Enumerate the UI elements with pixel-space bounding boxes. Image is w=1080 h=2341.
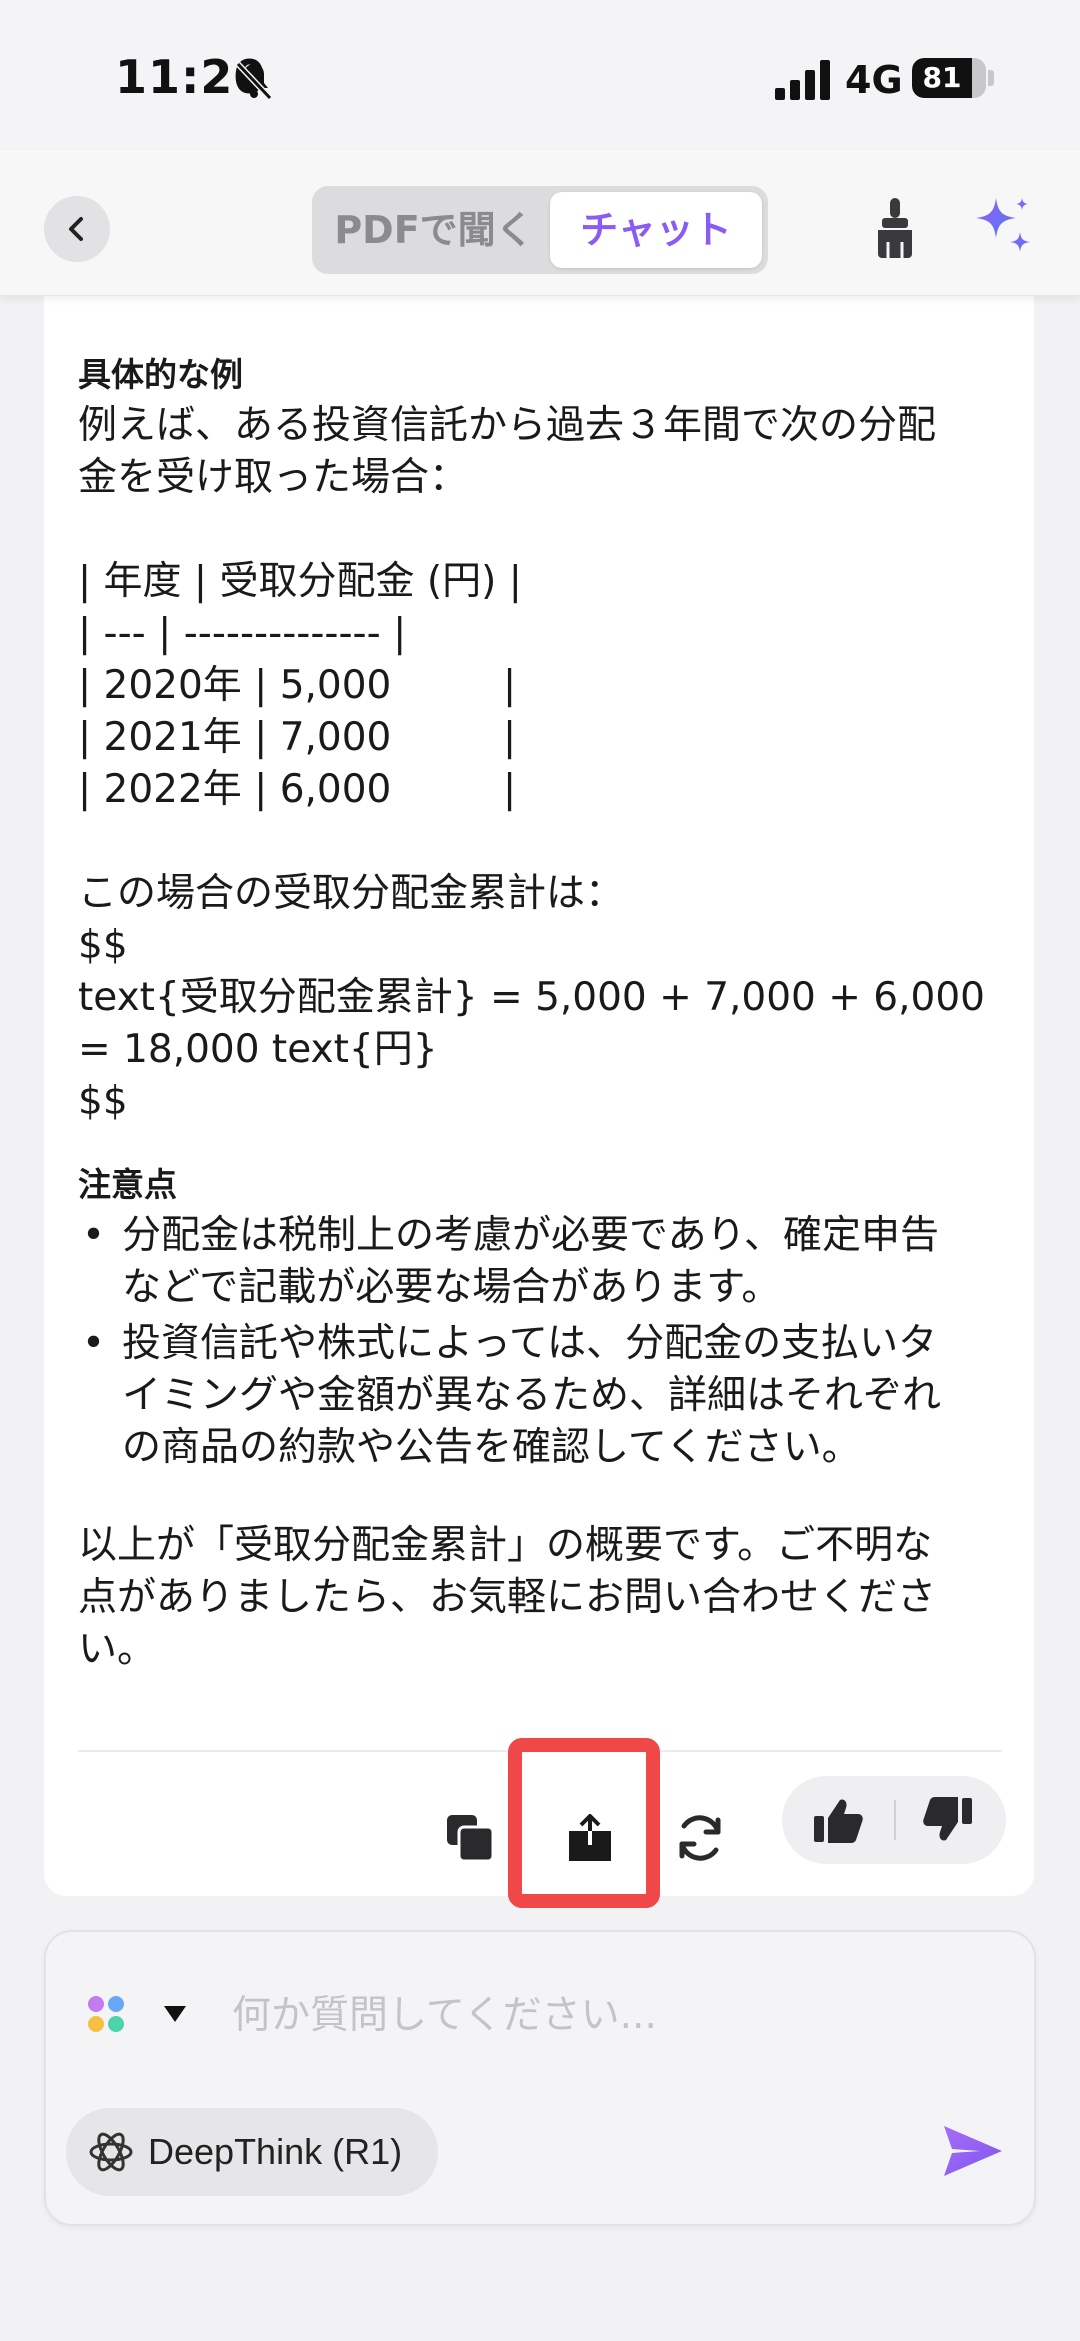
atom-icon bbox=[89, 2132, 133, 2172]
table-line: | 2022年 | 6,000 | bbox=[78, 767, 517, 812]
back-button[interactable] bbox=[44, 196, 110, 262]
mode-switch: PDFで聞く チャット bbox=[312, 186, 768, 274]
heading-notes: 注意点 bbox=[78, 1165, 177, 1204]
battery-text: 81 bbox=[922, 61, 962, 94]
copy-button[interactable] bbox=[442, 1810, 498, 1866]
thumbs-up-icon bbox=[814, 1799, 863, 1843]
question-input[interactable] bbox=[232, 1982, 992, 2048]
refresh-icon bbox=[679, 1815, 721, 1861]
status-bar: 11:20 4G 81 bbox=[0, 0, 1080, 150]
note-line: イミングや金額が異なるため、詳細はそれぞれ bbox=[122, 1373, 942, 1418]
deepthink-label: DeepThink (R1) bbox=[148, 2131, 403, 2172]
network-label: 4G bbox=[845, 58, 903, 102]
send-icon[interactable] bbox=[942, 2122, 1004, 2180]
note-line: 分配金は税制上の考慮が必要であり、確定申告 bbox=[122, 1213, 940, 1258]
table-line: | 2021年 | 7,000 | bbox=[78, 715, 517, 760]
feedback-group bbox=[782, 1776, 1006, 1864]
formula-line: $$ bbox=[78, 1079, 128, 1124]
battery-cap bbox=[988, 70, 994, 86]
brush-icon[interactable] bbox=[872, 198, 918, 258]
highlight-box bbox=[508, 1738, 660, 1908]
dislike-button[interactable] bbox=[920, 1792, 976, 1848]
table-line: | 年度 | 受取分配金 (円) | bbox=[78, 559, 522, 604]
composer: DeepThink (R1) bbox=[44, 1930, 1036, 2226]
signal-icon bbox=[775, 60, 830, 100]
model-dots-icon[interactable] bbox=[86, 1994, 126, 2034]
chevron-left-icon bbox=[69, 217, 83, 241]
message-body: 具体的な例 例えば、ある投資信託から過去３年間で次の分配 金を受け取った場合： … bbox=[78, 350, 1038, 1676]
closing-line: 点がありましたら、お気軽にお問い合わせくださ bbox=[78, 1575, 937, 1620]
tab-chat[interactable]: チャット bbox=[550, 192, 762, 268]
top-nav-bar: PDFで聞く チャット bbox=[0, 150, 1080, 296]
note-line: などで記載が必要な場合があります。 bbox=[122, 1265, 781, 1310]
like-button[interactable] bbox=[810, 1792, 866, 1848]
battery-indicator: 81 bbox=[912, 58, 986, 98]
formula-line: = 18,000 text{円} bbox=[78, 1027, 438, 1072]
table-line: | --- | -------------- | bbox=[78, 611, 407, 656]
calc-intro: この場合の受取分配金累計は： bbox=[78, 871, 625, 916]
intro-line: 金を受け取った場合： bbox=[78, 455, 469, 500]
intro-line: 例えば、ある投資信託から過去３年間で次の分配 bbox=[78, 403, 937, 448]
note-line: 投資信託や株式によっては、分配金の支払いタ bbox=[122, 1321, 938, 1366]
closing-line: 以上が「受取分配金累計」の概要です。ご不明な bbox=[78, 1523, 933, 1568]
sparkle-icon[interactable] bbox=[972, 194, 1036, 258]
table-line: | 2020年 | 5,000 | bbox=[78, 663, 517, 708]
note-item: • 投資信託や株式によっては、分配金の支払いタ イミングや金額が異なるため、詳細… bbox=[78, 1318, 1038, 1474]
note-line: の商品の約款や公告を確認してください。 bbox=[122, 1425, 861, 1470]
formula-line: text{受取分配金累計} = 5,000 + 7,000 + 6,000 bbox=[78, 975, 985, 1020]
note-item: • 分配金は税制上の考慮が必要であり、確定申告 などで記載が必要な場合があります… bbox=[78, 1210, 1038, 1314]
tab-pdf-listen[interactable]: PDFで聞く bbox=[318, 192, 550, 268]
copy-icon bbox=[447, 1815, 495, 1863]
assistant-message-card: 具体的な例 例えば、ある投資信託から過去３年間で次の分配 金を受け取った場合： … bbox=[44, 290, 1034, 1896]
regenerate-button[interactable] bbox=[672, 1810, 728, 1866]
caret-down-icon[interactable] bbox=[164, 2006, 186, 2022]
separator bbox=[894, 1800, 896, 1840]
deepthink-toggle[interactable]: DeepThink (R1) bbox=[66, 2108, 438, 2196]
formula-line: $$ bbox=[78, 923, 128, 968]
thumbs-down-icon bbox=[923, 1797, 972, 1841]
bell-slash-icon bbox=[235, 61, 273, 101]
heading-example: 具体的な例 bbox=[78, 355, 243, 394]
closing-line: い。 bbox=[78, 1627, 157, 1672]
